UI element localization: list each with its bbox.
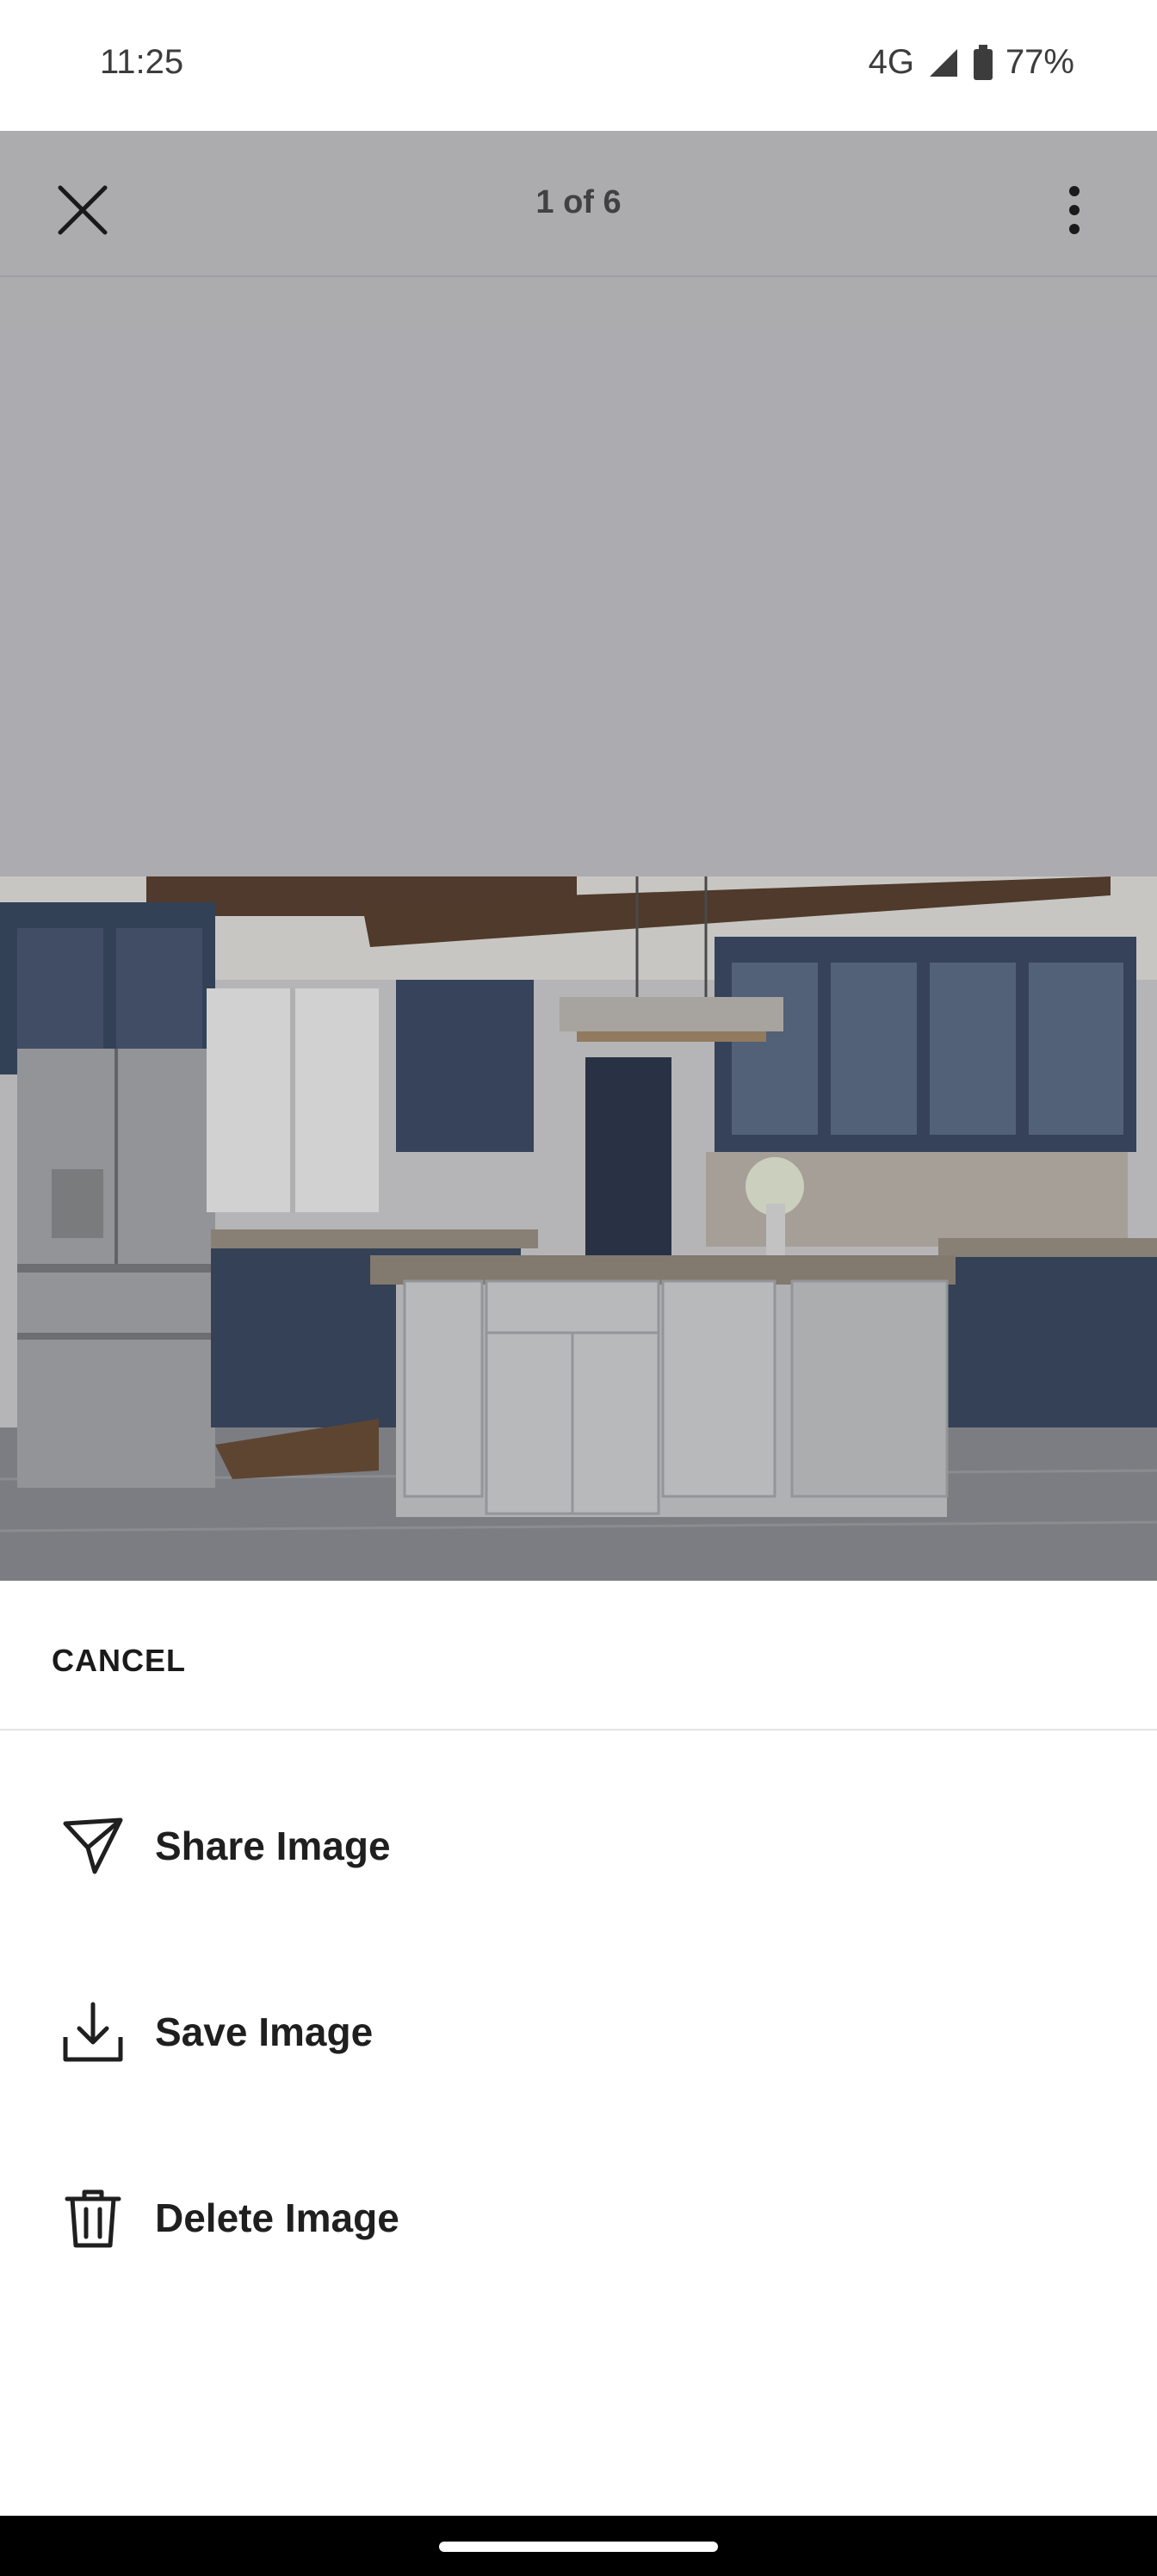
status-bar: 11:25 4G 77%: [0, 0, 1157, 131]
more-options-button[interactable]: [1040, 176, 1109, 245]
share-image-label: Share Image: [155, 1824, 391, 1868]
bottom-sheet: CANCEL Share Image Save Image Delete Ima…: [0, 1582, 1157, 2516]
status-indicators: 4G 77%: [869, 43, 1074, 82]
send-icon: [63, 1817, 123, 1874]
viewer-header: 1 of 6: [0, 131, 1157, 277]
share-image-button[interactable]: Share Image: [0, 1760, 1157, 1932]
home-gesture-handle[interactable]: [439, 2542, 718, 2552]
status-time: 11:25: [100, 43, 184, 81]
delete-image-label: Delete Image: [155, 2195, 399, 2240]
kitchen-photo[interactable]: [0, 876, 1157, 1581]
image-viewer: 1 of 6: [0, 131, 1157, 1581]
sheet-divider: [0, 1729, 1157, 1731]
save-image-button[interactable]: Save Image: [0, 1946, 1157, 2118]
more-vert-icon: [1069, 186, 1080, 234]
image-counter: 1 of 6: [535, 184, 622, 220]
battery-percent: 77%: [1005, 43, 1074, 81]
network-type: 4G: [868, 43, 914, 81]
delete-image-button[interactable]: Delete Image: [0, 2132, 1157, 2304]
trash-icon: [65, 2189, 121, 2248]
download-icon: [63, 2002, 123, 2062]
navigation-bar: [0, 2516, 1157, 2576]
signal-icon: [926, 46, 961, 80]
save-image-label: Save Image: [155, 2009, 374, 2054]
battery-icon: [973, 44, 993, 81]
cancel-button[interactable]: CANCEL: [52, 1643, 186, 1679]
